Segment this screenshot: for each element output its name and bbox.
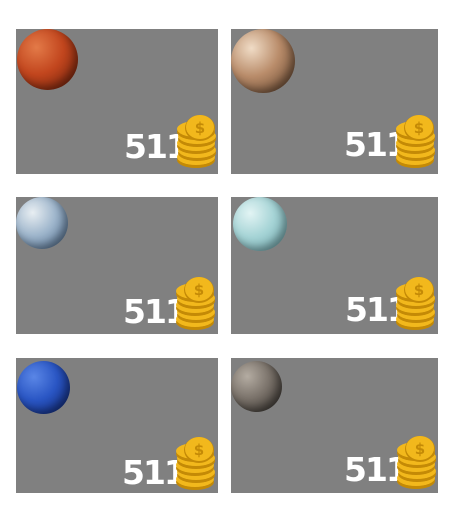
- shop-item-neptune[interactable]: 511 $: [16, 358, 218, 493]
- svg-text:$: $: [195, 119, 205, 137]
- coin-stack-icon: $: [397, 436, 436, 489]
- coin-stack-icon: $: [176, 437, 215, 490]
- coin-stack-icon: $: [176, 277, 215, 330]
- svg-text:$: $: [414, 119, 424, 137]
- svg-text:$: $: [194, 441, 204, 459]
- svg-text:$: $: [194, 281, 204, 299]
- shop-item-mercury[interactable]: 511 $: [231, 358, 438, 493]
- svg-text:$: $: [415, 440, 425, 458]
- jupiter-icon: [231, 29, 295, 93]
- mercury-icon: [231, 361, 282, 412]
- shop-item-mars[interactable]: 511 $: [16, 29, 218, 174]
- shop-item-jupiter[interactable]: 511 $: [231, 29, 438, 174]
- coin-stack-icon: $: [396, 115, 435, 168]
- coin-stack-icon: $: [396, 277, 435, 330]
- venus-icon: [16, 197, 68, 249]
- uranus-icon: [233, 197, 287, 251]
- coin-stack-icon: $: [177, 115, 216, 168]
- neptune-icon: [17, 361, 70, 414]
- shop-item-uranus[interactable]: 511 $: [231, 197, 438, 334]
- svg-text:$: $: [414, 281, 424, 299]
- shop-item-venus[interactable]: 511 $: [16, 197, 218, 334]
- mars-icon: [17, 29, 78, 90]
